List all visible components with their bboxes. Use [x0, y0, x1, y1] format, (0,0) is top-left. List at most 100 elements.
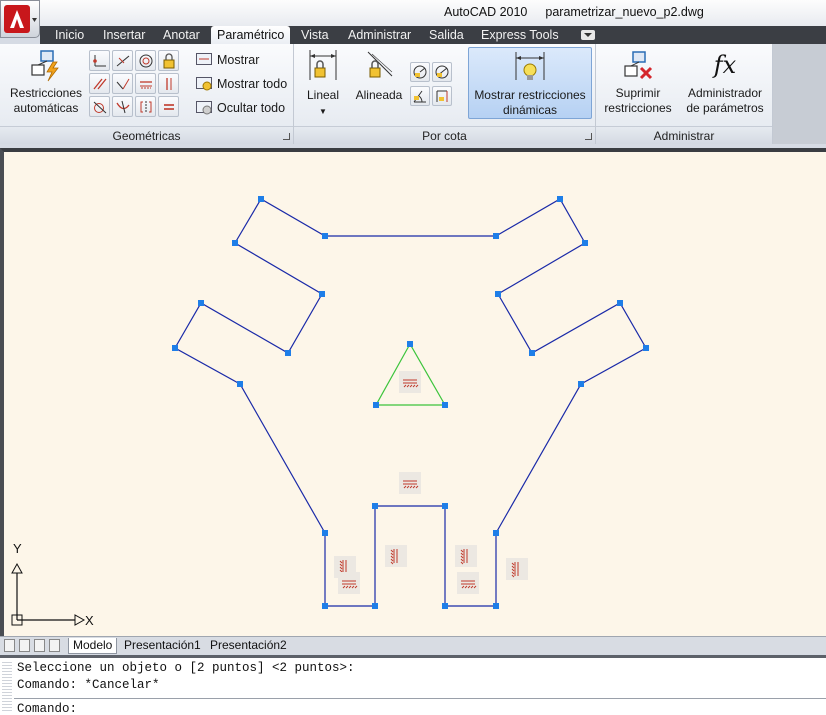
angular-dimension-button[interactable] [410, 86, 430, 106]
diameter-dimension-button[interactable] [432, 62, 452, 82]
parameters-manager-button[interactable]: fx Administrador de parámetros [682, 48, 768, 116]
grip-point[interactable] [237, 381, 243, 387]
aligned-dimension-button[interactable]: Alineada [352, 48, 406, 103]
drawing-canvas[interactable]: X Y [0, 148, 826, 636]
show-icon [196, 52, 212, 65]
coincident-button[interactable] [89, 50, 110, 71]
geometricas-launcher-icon[interactable] [283, 133, 290, 140]
perpendicular-icon [116, 78, 130, 90]
linear-dropdown-icon[interactable]: ▼ [319, 107, 327, 116]
grip-point[interactable] [172, 345, 178, 351]
horizontal-constraint-icon[interactable] [338, 572, 360, 594]
grip-point[interactable] [442, 402, 448, 408]
grip-point[interactable] [442, 503, 448, 509]
horizontal-icon [140, 81, 152, 89]
show-all-constraints-button[interactable]: Mostrar todo [196, 74, 287, 94]
grip-point[interactable] [319, 291, 325, 297]
main-outline-polyline[interactable] [174, 198, 647, 607]
horizontal-constraint-icon[interactable] [399, 472, 421, 494]
grip-point[interactable] [372, 603, 378, 609]
grip-point[interactable] [322, 603, 328, 609]
grip-point[interactable] [285, 350, 291, 356]
lock-icon [163, 53, 175, 69]
layout-tab-presentacion1[interactable]: Presentación1 [120, 638, 205, 654]
auto-constrain-icon [31, 50, 59, 82]
tab-anotar[interactable]: Anotar [157, 26, 206, 44]
fix-button[interactable] [158, 50, 179, 71]
equal-button[interactable] [158, 96, 179, 117]
grip-point[interactable] [322, 233, 328, 239]
collinear-button[interactable] [112, 50, 133, 71]
vertical-constraint-icon[interactable] [455, 545, 477, 567]
grip-point[interactable] [495, 291, 501, 297]
command-history-line-1: Seleccione un objeto o [2 puntos] <2 pun… [17, 661, 355, 675]
grip-point[interactable] [617, 300, 623, 306]
drawing-svg[interactable]: X Y [4, 152, 826, 636]
last-layout-button[interactable] [49, 639, 60, 652]
linear-dimension-button[interactable]: Lineal ▼ [302, 48, 344, 119]
layout-tab-modelo[interactable]: Modelo [68, 638, 118, 654]
tab-salida[interactable]: Salida [423, 26, 470, 44]
vertical-button[interactable] [158, 73, 179, 94]
hide-all-constraints-button[interactable]: Ocultar todo [196, 98, 285, 118]
grip-points[interactable] [172, 196, 649, 609]
next-layout-button[interactable] [34, 639, 45, 652]
por-cota-launcher-icon[interactable] [585, 133, 592, 140]
horizontal-constraint-icon[interactable] [399, 371, 421, 393]
tab-insertar[interactable]: Insertar [97, 26, 151, 44]
grip-point[interactable] [578, 381, 584, 387]
ribbon-minimize-button[interactable] [581, 30, 595, 40]
radius-dimension-button[interactable] [410, 62, 430, 82]
grip-point[interactable] [258, 196, 264, 202]
grip-point[interactable] [322, 530, 328, 536]
tab-express-tools[interactable]: Express Tools [475, 26, 565, 44]
panel-por-cota: Lineal ▼ Alineada Mostrar restricciones … [294, 44, 596, 144]
show-constraints-button[interactable]: Mostrar [196, 50, 259, 70]
layout-tab-presentacion2[interactable]: Presentación2 [206, 638, 291, 654]
convert-dimension-button[interactable] [432, 86, 452, 106]
grip-point[interactable] [493, 603, 499, 609]
command-window-grip[interactable] [2, 662, 12, 712]
symmetric-button[interactable] [135, 96, 156, 117]
auto-constrain-button[interactable]: Restricciones automáticas [6, 48, 86, 116]
grip-point[interactable] [442, 603, 448, 609]
concentric-button[interactable] [135, 50, 156, 71]
grip-point[interactable] [582, 240, 588, 246]
vertical-constraint-icon[interactable] [385, 545, 407, 567]
hide-all-label: Ocultar todo [217, 101, 286, 115]
ribbon: Restricciones automáticas Mostrar Mostra… [0, 44, 826, 144]
tab-inicio[interactable]: Inicio [49, 26, 90, 44]
axis-x-label: X [85, 613, 94, 628]
perpendicular-button[interactable] [112, 73, 133, 94]
application-menu-button[interactable] [0, 0, 40, 38]
tangent-button[interactable] [89, 96, 110, 117]
delete-constraints-button[interactable]: Suprimir restricciones [600, 48, 676, 116]
vertical-constraint-icon[interactable] [506, 558, 528, 580]
tab-vista[interactable]: Vista [295, 26, 335, 44]
equal-icon [164, 104, 174, 110]
grip-point[interactable] [407, 341, 413, 347]
grip-point[interactable] [557, 196, 563, 202]
ribbon-tab-bar: Inicio Insertar Anotar Paramétrico Vista… [40, 26, 826, 45]
grip-point[interactable] [529, 350, 535, 356]
first-layout-button[interactable] [4, 639, 15, 652]
prev-layout-button[interactable] [19, 639, 30, 652]
grip-point[interactable] [198, 300, 204, 306]
diameter-icon [435, 65, 449, 79]
tab-parametrico[interactable]: Paramétrico [211, 26, 291, 45]
grip-point[interactable] [643, 345, 649, 351]
grip-point[interactable] [493, 530, 499, 536]
grip-point[interactable] [372, 503, 378, 509]
tab-administrar[interactable]: Administrar [342, 26, 417, 44]
dynamic-constraints-label-1: Mostrar restricciones [474, 88, 586, 102]
drawing-geometry[interactable] [174, 198, 647, 607]
horizontal-button[interactable] [135, 73, 156, 94]
show-dynamic-constraints-button[interactable]: Mostrar restricciones dinámicas [468, 47, 592, 119]
grip-point[interactable] [373, 402, 379, 408]
parallel-button[interactable] [89, 73, 110, 94]
smooth-button[interactable] [112, 96, 133, 117]
grip-point[interactable] [493, 233, 499, 239]
horizontal-constraint-icon[interactable] [457, 572, 479, 594]
grip-point[interactable] [232, 240, 238, 246]
command-prompt[interactable]: Comando: [17, 702, 77, 715]
